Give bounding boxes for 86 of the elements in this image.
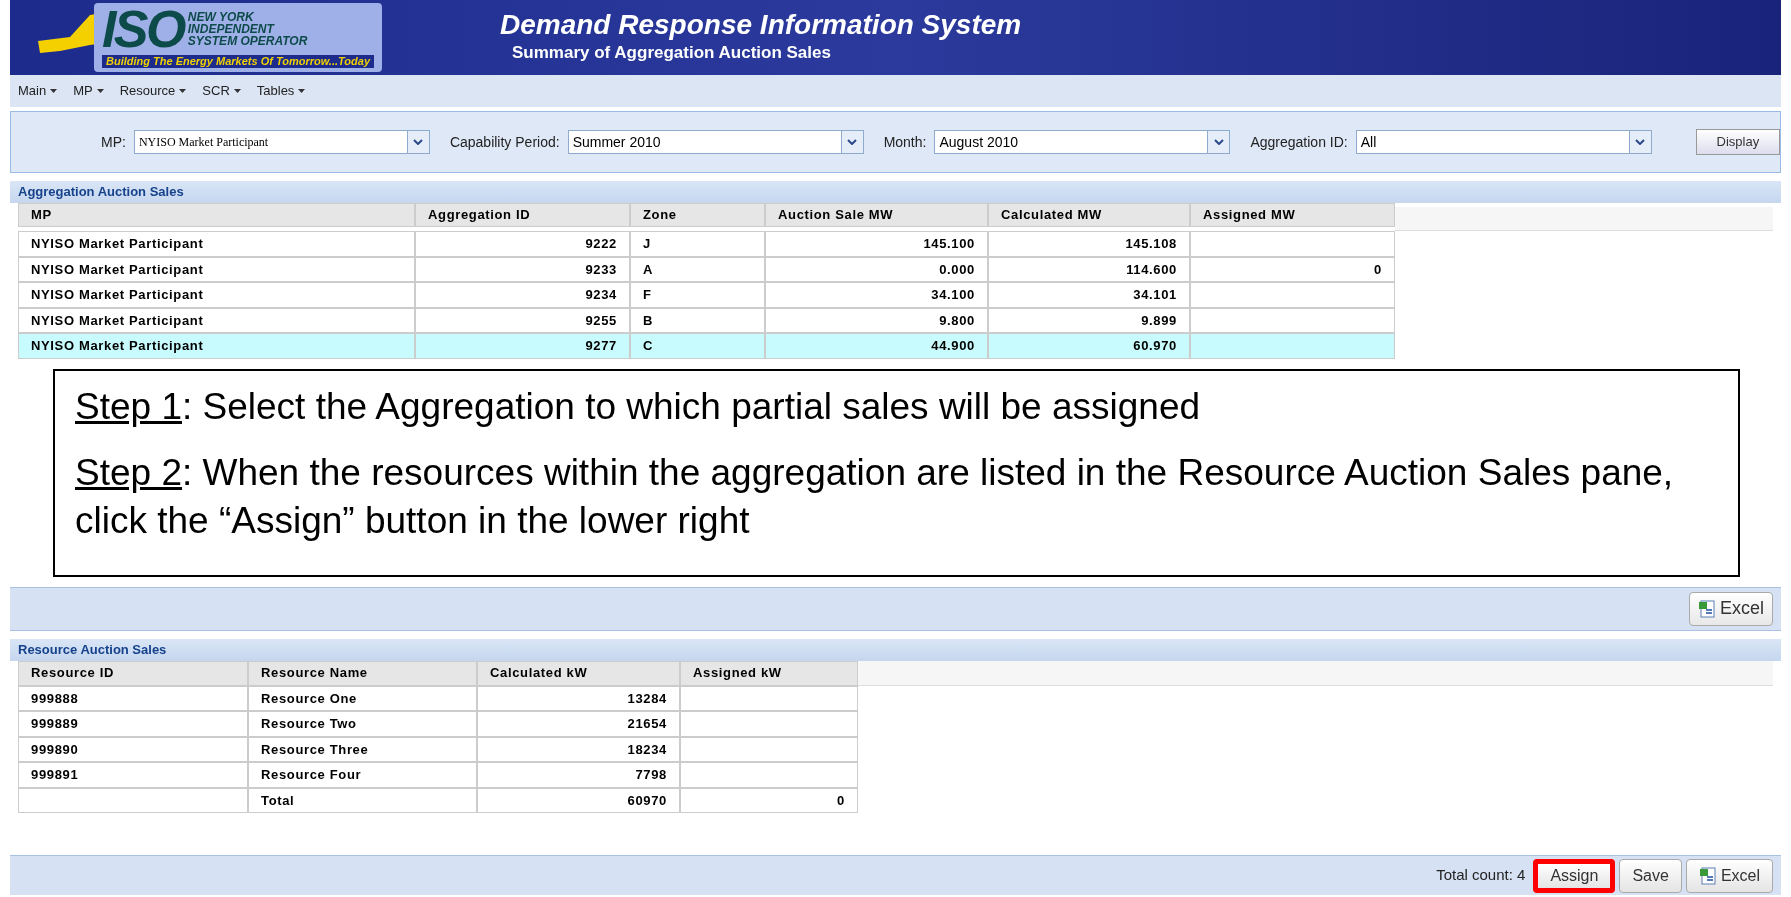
dropdown-field[interactable]: August 2010 [934, 130, 1231, 154]
column-header[interactable]: Calculated MW [988, 203, 1190, 227]
logo-tagline: Building The Energy Markets Of Tomorrow...Today [102, 55, 375, 68]
panel-title: Resource Auction Sales [18, 640, 167, 659]
table-cell-text: 44.900 [930, 337, 975, 355]
logo-letters: ISO [102, 3, 184, 55]
filter-label: Capability Period: [449, 132, 560, 152]
display-button[interactable]: Display [1695, 129, 1780, 155]
footer-button[interactable]: Assign [1533, 858, 1616, 893]
table-cell-text: 999888 [31, 689, 80, 708]
table-row[interactable]: NYISO Market Participant 9234 F 34.100 34.101 [18, 282, 1395, 308]
column-header[interactable]: Assigned MW [1190, 203, 1395, 227]
table-cell-text: NYISO Market Participant [31, 260, 205, 279]
menu-item[interactable]: MP [73, 81, 104, 101]
table-cell-text: Resource One [261, 689, 358, 708]
table-row[interactable]: NYISO Market Participant 9222 J 145.100 145.108 [18, 231, 1395, 257]
table-cell-text: 0.000 [938, 260, 975, 279]
page-subtitle: Summary of Aggregation Auction Sales [512, 41, 832, 64]
table-cell-text: J [643, 235, 652, 253]
table-row[interactable]: NYISO Market Participant 9255 B 9.800 9.899 [18, 307, 1395, 333]
page-title: Demand Response Information System [500, 9, 1022, 40]
column-header[interactable]: Calculated kW [477, 660, 680, 686]
table-cell-text: 114.600 [1125, 260, 1177, 279]
table-cell-text: 7798 [634, 766, 667, 784]
table-row[interactable]: NYISO Market Participant 9277 C 44.900 60.970 [18, 333, 1395, 359]
logo-text: INDEPENDENT [187, 23, 276, 35]
column-header[interactable]: Zone [630, 203, 765, 227]
excel-button[interactable]: Excel [1689, 591, 1773, 626]
table-cell-text: Resource Two [261, 715, 358, 733]
column-header[interactable]: Resource ID [18, 660, 248, 686]
logo-text: NEW YORK [187, 11, 255, 23]
table-cell-text: C [643, 337, 655, 355]
table-cell-text: F [643, 286, 653, 304]
table-cell-text: NYISO Market Participant [31, 311, 205, 330]
table-cell-text: 9.899 [1140, 311, 1177, 330]
table-cell-text: Resource Three [261, 740, 370, 759]
total-count: Total count: 4 [1436, 865, 1526, 886]
table-cell-text: 21654 [626, 715, 667, 733]
table-cell-text: 18234 [626, 740, 667, 759]
dropdown-field[interactable]: NYISO Market Participant [133, 130, 430, 154]
table-cell-text: 145.100 [922, 235, 975, 253]
dropdown-field[interactable]: All [1355, 130, 1652, 154]
menu-item[interactable]: Tables [256, 81, 306, 101]
footer-button[interactable]: Save [1619, 858, 1682, 893]
table-cell-text: 9222 [584, 235, 617, 253]
table-cell-text: NYISO Market Participant [31, 235, 205, 253]
table-cell-text: 13284 [626, 689, 667, 708]
instruction-text: Step 2: When the resources within the aggregation are listed in the Resource Auction Sales pane, click the “Assign” button in the lower right [75, 450, 1675, 543]
table-cell-text: 0 [836, 791, 845, 810]
menu-item[interactable]: Main [18, 81, 58, 101]
table-cell-text: 9233 [584, 260, 617, 279]
excel-button[interactable]: Excel [1685, 858, 1773, 893]
menu-item[interactable]: SCR [202, 81, 241, 101]
table-cell-text: 9234 [584, 286, 617, 304]
table-cell-text: 999891 [31, 766, 80, 784]
table-cell-text: B [643, 311, 655, 330]
column-header[interactable]: Resource Name [248, 660, 477, 686]
table-cell-text: NYISO Market Participant [31, 286, 205, 304]
filter-label: MP: [101, 132, 126, 152]
menu-item[interactable]: Resource [119, 81, 187, 101]
table-cell-text: 999889 [31, 715, 80, 733]
table-cell-text: 60970 [626, 791, 667, 810]
table-cell-text: 9255 [584, 311, 617, 330]
table-cell-text: A [643, 260, 655, 279]
column-header[interactable]: Assigned kW [680, 660, 858, 686]
column-header[interactable]: Auction Sale MW [765, 203, 988, 227]
table-cell-text: 0 [1373, 260, 1382, 279]
table-cell-text: 9.800 [938, 311, 975, 330]
column-header[interactable]: Aggregation ID [415, 203, 630, 227]
filter-label: Month: [883, 132, 927, 152]
table-cell-text: 34.100 [930, 286, 975, 304]
table-cell-text: Total [261, 791, 296, 810]
panel-title: Aggregation Auction Sales [18, 183, 184, 202]
table-cell-text: 34.101 [1132, 286, 1177, 304]
table-cell-text: Resource Four [261, 766, 363, 784]
table-row[interactable]: NYISO Market Participant 9233 A 0.000 114.600 0 [18, 256, 1395, 282]
filter-label: Aggregation ID: [1250, 132, 1348, 152]
column-header[interactable]: MP [18, 203, 415, 227]
table-cell-text: 145.108 [1124, 235, 1177, 253]
table-cell-text: 999890 [31, 740, 80, 759]
instruction-text: Step 1: Select the Aggregation to which partial sales will be assigned [75, 384, 1202, 429]
dropdown-field[interactable]: Summer 2010 [567, 130, 864, 154]
table-cell-text: 9277 [584, 337, 617, 355]
table-cell-text: NYISO Market Participant [31, 337, 205, 355]
table-cell-text: 60.970 [1132, 337, 1177, 355]
logo-text: SYSTEM OPERATOR [187, 35, 308, 47]
